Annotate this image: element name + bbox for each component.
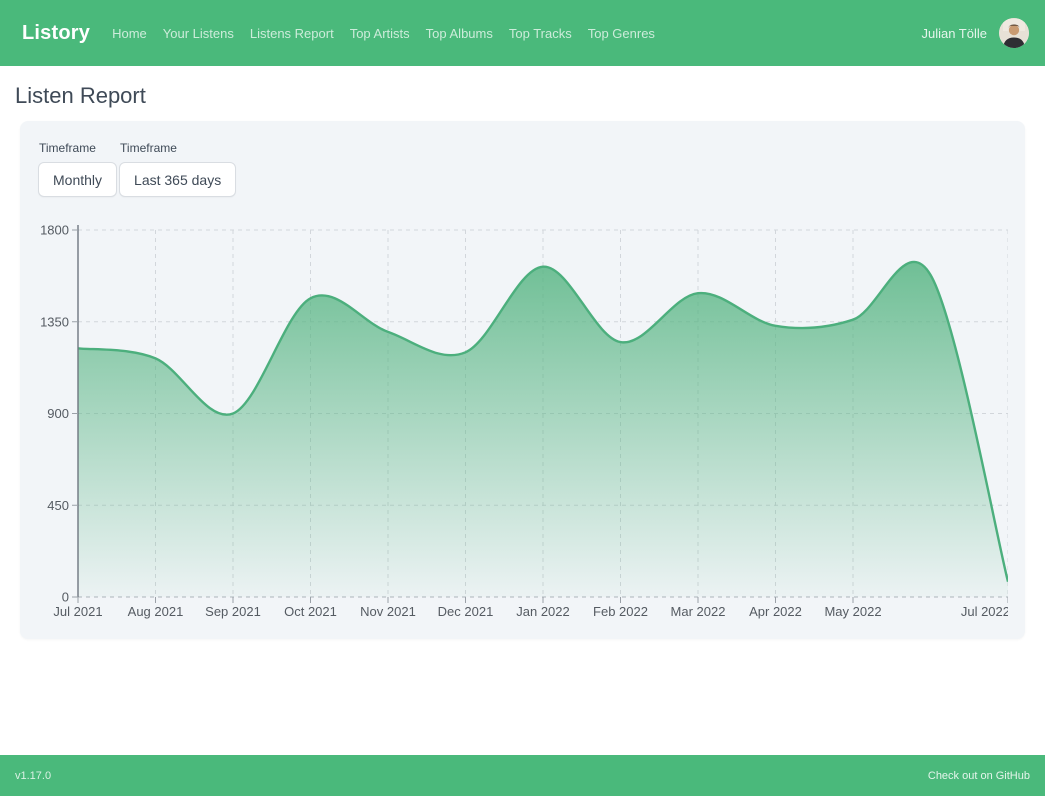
app-version: v1.17.0 bbox=[15, 770, 51, 782]
avatar-photo bbox=[999, 18, 1029, 48]
timeframe-mode-group: Timeframe Monthly bbox=[38, 139, 117, 197]
nav-item-listens-report[interactable]: Listens Report bbox=[242, 18, 342, 49]
timeframe-range-label: Timeframe bbox=[120, 141, 236, 155]
svg-text:Nov 2021: Nov 2021 bbox=[360, 604, 416, 619]
svg-text:Mar 2022: Mar 2022 bbox=[671, 604, 726, 619]
timeframe-mode-label: Timeframe bbox=[39, 141, 117, 155]
github-link[interactable]: Check out on GitHub bbox=[928, 770, 1030, 782]
report-card: Timeframe Monthly Timeframe Last 365 day… bbox=[20, 121, 1025, 639]
nav-item-home[interactable]: Home bbox=[104, 18, 155, 49]
navbar-links: HomeYour ListensListens ReportTop Artist… bbox=[104, 18, 663, 49]
navbar-user-section: Julian Tölle bbox=[921, 18, 1029, 48]
svg-text:0: 0 bbox=[62, 590, 69, 605]
svg-text:Jan 2022: Jan 2022 bbox=[516, 604, 570, 619]
main-content: Listen Report Timeframe Monthly Timefram… bbox=[0, 83, 1045, 639]
svg-text:Dec 2021: Dec 2021 bbox=[438, 604, 494, 619]
user-avatar[interactable] bbox=[999, 18, 1029, 48]
svg-text:Jul 2021: Jul 2021 bbox=[53, 604, 102, 619]
svg-text:900: 900 bbox=[47, 406, 69, 421]
svg-text:1350: 1350 bbox=[40, 314, 69, 329]
page-title: Listen Report bbox=[15, 83, 1030, 109]
timeframe-filters: Timeframe Monthly Timeframe Last 365 day… bbox=[38, 139, 1008, 197]
svg-text:Jul 2022: Jul 2022 bbox=[961, 604, 1008, 619]
listen-chart-svg: 0 450 900 1350 1800 Jul 2021 Aug 2021 Sep 2021 O… bbox=[38, 223, 1008, 621]
timeframe-mode-button[interactable]: Monthly bbox=[38, 162, 117, 197]
timeframe-range-button[interactable]: Last 365 days bbox=[119, 162, 236, 197]
svg-text:Feb 2022: Feb 2022 bbox=[593, 604, 648, 619]
nav-item-top-albums[interactable]: Top Albums bbox=[418, 18, 501, 49]
nav-item-top-genres[interactable]: Top Genres bbox=[580, 18, 663, 49]
navbar: Listory HomeYour ListensListens ReportTo… bbox=[0, 0, 1045, 66]
svg-text:Apr 2022: Apr 2022 bbox=[749, 604, 802, 619]
footer: v1.17.0 Check out on GitHub bbox=[0, 755, 1045, 796]
svg-text:Aug 2021: Aug 2021 bbox=[128, 604, 184, 619]
nav-item-top-tracks[interactable]: Top Tracks bbox=[501, 18, 580, 49]
listens-area-chart: 0 450 900 1350 1800 Jul 2021 Aug 2021 Sep 2021 O… bbox=[38, 223, 1008, 623]
nav-item-your-listens[interactable]: Your Listens bbox=[155, 18, 242, 49]
svg-text:450: 450 bbox=[47, 498, 69, 513]
app-logo[interactable]: Listory bbox=[22, 22, 90, 45]
user-name[interactable]: Julian Tölle bbox=[921, 26, 987, 41]
svg-text:Oct 2021: Oct 2021 bbox=[284, 604, 337, 619]
svg-text:Sep 2021: Sep 2021 bbox=[205, 604, 261, 619]
svg-text:1800: 1800 bbox=[40, 223, 69, 238]
svg-text:May 2022: May 2022 bbox=[824, 604, 881, 619]
timeframe-range-group: Timeframe Last 365 days bbox=[119, 139, 236, 197]
nav-item-top-artists[interactable]: Top Artists bbox=[342, 18, 418, 49]
